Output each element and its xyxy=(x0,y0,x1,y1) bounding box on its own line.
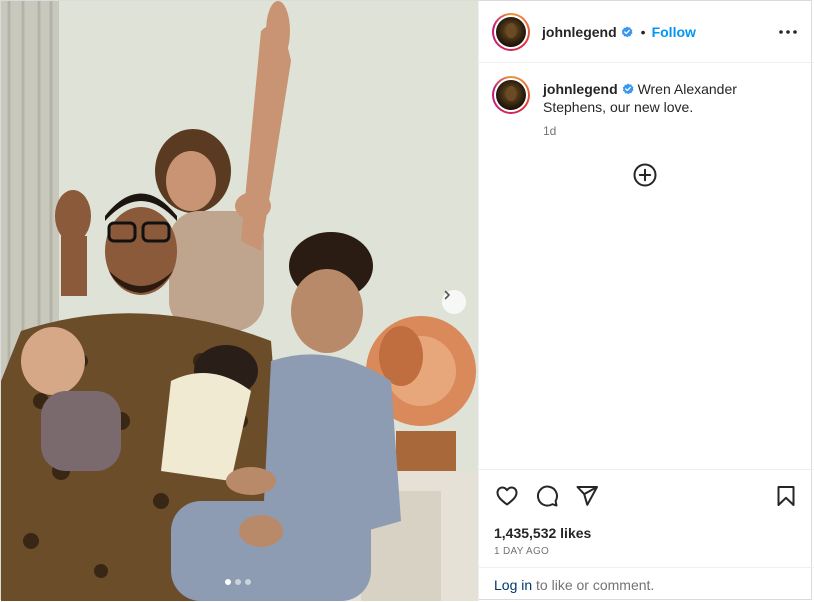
separator-dot: • xyxy=(640,23,646,40)
post-side-panel: johnlegend • Follow johnlegend Wren Alex… xyxy=(478,1,814,601)
carousel-dot-3 xyxy=(245,579,251,585)
comment-bubble-icon xyxy=(536,485,558,507)
caption-avatar[interactable] xyxy=(492,76,530,114)
more-options-button[interactable] xyxy=(778,23,798,41)
post-header: johnlegend • Follow xyxy=(479,1,814,63)
instagram-post: johnlegend • Follow johnlegend Wren Alex… xyxy=(0,0,814,601)
family-photo-illustration xyxy=(1,1,478,601)
share-button[interactable] xyxy=(574,483,600,509)
load-more-comments-button[interactable] xyxy=(633,163,657,187)
paper-plane-icon xyxy=(576,486,598,506)
likes-count[interactable]: 1,435,532 likes xyxy=(494,525,591,541)
comment-button[interactable] xyxy=(534,483,560,509)
verified-badge-icon xyxy=(622,83,634,95)
like-button[interactable] xyxy=(494,483,520,509)
next-slide-button[interactable] xyxy=(442,290,466,314)
bookmark-icon xyxy=(777,486,795,506)
save-button[interactable] xyxy=(773,483,799,509)
verified-badge-icon xyxy=(621,26,633,38)
login-link[interactable]: Log in xyxy=(494,577,532,593)
carousel-dot-1 xyxy=(225,579,231,585)
caption-timestamp: 1d xyxy=(543,124,557,138)
chevron-right-icon xyxy=(444,290,450,300)
caption-username[interactable]: johnlegend xyxy=(543,81,618,97)
caption-body: johnlegend Wren Alexander Stephens, our … xyxy=(543,76,802,140)
post-caption: johnlegend Wren Alexander Stephens, our … xyxy=(492,76,802,140)
login-prompt-text: to like or comment. xyxy=(532,577,655,593)
avatar[interactable] xyxy=(492,12,530,51)
more-horizontal-icon xyxy=(779,30,797,34)
follow-button[interactable]: Follow xyxy=(652,24,696,40)
carousel-dot-2 xyxy=(235,579,241,585)
post-photo[interactable] xyxy=(1,1,478,601)
login-prompt: Log in to like or comment. xyxy=(479,567,814,602)
header-username[interactable]: johnlegend xyxy=(542,24,617,40)
post-actions-area: 1,435,532 likes 1 DAY AGO Log in to like… xyxy=(479,469,814,601)
heart-icon xyxy=(496,486,518,506)
plus-circle-icon xyxy=(633,163,657,187)
post-timestamp[interactable]: 1 DAY AGO xyxy=(494,546,549,557)
carousel-indicator xyxy=(225,579,251,585)
